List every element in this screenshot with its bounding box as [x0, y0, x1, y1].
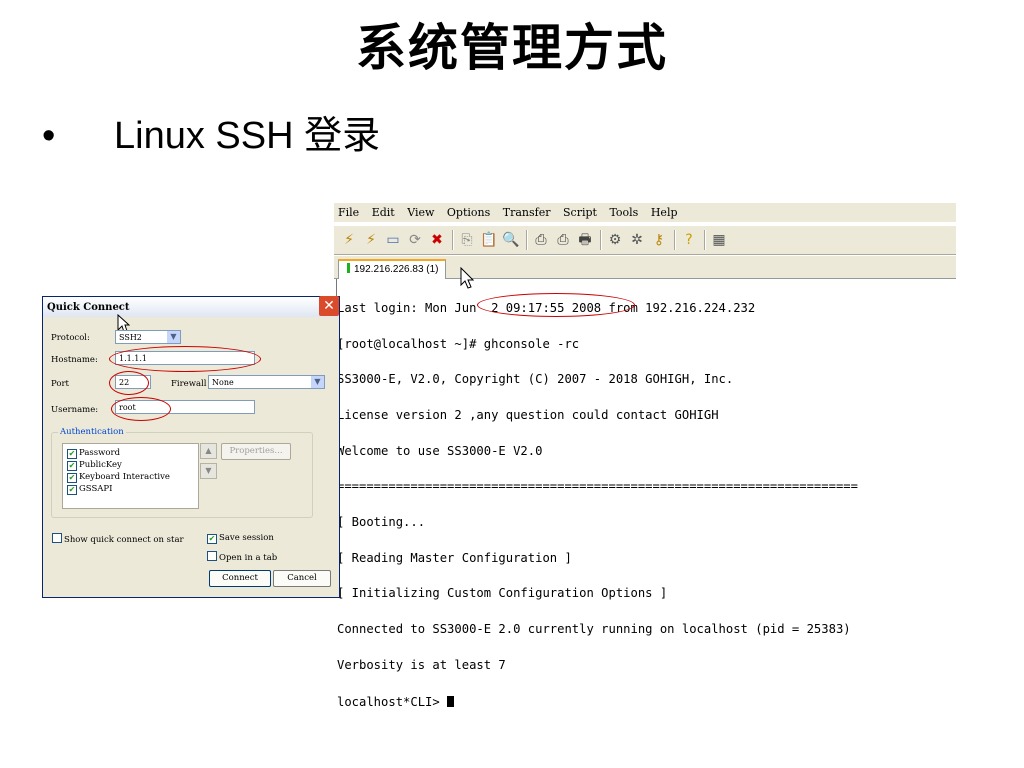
- terminal-line: Verbosity is at least 7: [337, 657, 506, 672]
- disconnect-icon[interactable]: ✖: [428, 231, 446, 249]
- terminal-line: SS3000-E, V2.0, Copyright (C) 2007 - 201…: [337, 372, 734, 387]
- firewall-value: None: [212, 378, 234, 387]
- menu-options[interactable]: Options: [447, 203, 490, 222]
- save-session-option[interactable]: ✔ Save session: [207, 533, 274, 544]
- paste-icon[interactable]: 📋: [480, 231, 498, 249]
- checkbox[interactable]: ✔: [67, 485, 77, 495]
- terminal-output[interactable]: Last login: Mon Jun 2 09:17:55 2008 from…: [336, 279, 953, 708]
- protocol-value: SSH2: [119, 333, 142, 342]
- text-cursor: [447, 695, 455, 707]
- highlight-ellipse-command: [477, 293, 635, 317]
- quick-connect-dialog: Quick Connect ✕ Protocol: SSH2 ▼ Hostnam…: [42, 296, 340, 598]
- mouse-pointer-icon: [460, 267, 474, 289]
- sftp-icon[interactable]: ▦: [710, 231, 728, 249]
- terminal-prompt: localhost*CLI>: [337, 694, 448, 709]
- highlight-ellipse-port: [109, 371, 149, 395]
- menu-edit[interactable]: Edit: [372, 203, 395, 222]
- hostname-label: Hostname:: [51, 355, 98, 365]
- connect-button[interactable]: Connect: [209, 570, 271, 587]
- close-icon[interactable]: ✕: [319, 296, 339, 316]
- connect-tab-icon[interactable]: ▭: [384, 231, 402, 249]
- toolbar: ⚡ ⚡ ▭ ⟳ ✖ ⎘ 📋 🔍 ⎙ ⎙ 🖶 ⚙ ✲ ⚷ ? ▦: [334, 225, 956, 255]
- reconnect-icon[interactable]: ⟳: [406, 231, 424, 249]
- open-in-tab-option[interactable]: Open in a tab: [207, 551, 277, 563]
- print-setup-icon[interactable]: 🖶: [576, 231, 594, 249]
- terminal-line: Welcome to use SS3000-E V2.0: [337, 443, 543, 458]
- chevron-down-icon[interactable]: ▼: [311, 376, 324, 388]
- find-icon[interactable]: 🔍: [502, 231, 520, 249]
- dialog-titlebar[interactable]: Quick Connect ✕: [43, 296, 339, 317]
- terminal-line: Last login: Mon Jun 2 09:17:55 2008 from…: [337, 300, 756, 315]
- session-tab[interactable]: 192.216.226.83 (1): [338, 259, 446, 279]
- firewall-select[interactable]: None ▼: [208, 375, 325, 389]
- terminal-prompt-line: localhost*CLI>: [337, 694, 953, 709]
- highlight-ellipse-username: [111, 397, 171, 421]
- menu-bar: File Edit View Options Transfer Script T…: [334, 203, 956, 222]
- help-icon[interactable]: ?: [680, 231, 698, 249]
- bullet-item: • Linux SSH 登录: [42, 104, 380, 159]
- show-quick-connect-option[interactable]: Show quick connect on star: [52, 533, 184, 545]
- checkbox[interactable]: ✔: [67, 461, 77, 471]
- bullet-text: Linux SSH 登录: [114, 115, 381, 157]
- menu-file[interactable]: File: [338, 203, 359, 222]
- menu-script[interactable]: Script: [563, 203, 597, 222]
- auth-methods-list[interactable]: ✔ Password ✔ PublicKey ✔ Keyboard Interacti…: [62, 443, 199, 509]
- properties-button[interactable]: Properties...: [221, 443, 291, 460]
- terminal-window: File Edit View Options Transfer Script T…: [334, 203, 956, 708]
- auth-method-password[interactable]: ✔ Password: [67, 448, 120, 459]
- auth-method-keyboard-interactive[interactable]: ✔ Keyboard Interactive: [67, 472, 170, 483]
- dialog-title: Quick Connect: [47, 302, 130, 313]
- checkbox[interactable]: ✔: [207, 534, 217, 544]
- global-options-icon[interactable]: ✲: [628, 231, 646, 249]
- bullet-marker: •: [42, 115, 56, 157]
- terminal-line: License version 2 ,any question could co…: [337, 407, 719, 422]
- keymap-icon[interactable]: ⚷: [650, 231, 668, 249]
- auth-method-publickey[interactable]: ✔ PublicKey: [67, 460, 122, 471]
- tab-status-indicator: [347, 263, 350, 273]
- terminal-line: ========================================…: [337, 479, 858, 494]
- session-tabbar: 192.216.226.83 (1): [334, 256, 956, 279]
- terminal-line: [root@localhost ~]# ghconsole -rc: [337, 336, 580, 351]
- print-icon[interactable]: ⎙: [532, 231, 550, 249]
- terminal-line: [ Initializing Custom Configuration Opti…: [337, 586, 668, 601]
- username-label: Username:: [51, 405, 99, 415]
- cancel-button[interactable]: Cancel: [273, 570, 331, 587]
- session-options-icon[interactable]: ⚙: [606, 231, 624, 249]
- print-selection-icon[interactable]: ⎙: [554, 231, 572, 249]
- session-tab-label: 192.216.226.83 (1): [354, 264, 439, 275]
- terminal-line: [ Reading Master Configuration ]: [337, 550, 572, 565]
- chevron-down-icon[interactable]: ▼: [167, 331, 180, 343]
- copy-icon[interactable]: ⎘: [458, 231, 476, 249]
- quick-connect-icon[interactable]: ⚡: [362, 231, 380, 249]
- menu-tools[interactable]: Tools: [609, 203, 638, 222]
- port-label: Port: [51, 379, 69, 389]
- highlight-ellipse-hostname: [109, 346, 261, 372]
- menu-transfer[interactable]: Transfer: [503, 203, 551, 222]
- checkbox[interactable]: [207, 551, 217, 561]
- terminal-line: [ Booting...: [337, 515, 426, 530]
- auth-method-gssapi[interactable]: ✔ GSSAPI: [67, 484, 113, 495]
- slide-title: 系统管理方式: [356, 18, 668, 77]
- move-up-button[interactable]: ▲: [200, 443, 217, 459]
- firewall-label: Firewall: [171, 379, 207, 389]
- protocol-label: Protocol:: [51, 333, 90, 343]
- checkbox[interactable]: ✔: [67, 473, 77, 483]
- terminal-line: Connected to SS3000-E 2.0 currently runn…: [337, 622, 851, 637]
- authentication-title: Authentication: [58, 427, 126, 437]
- checkbox[interactable]: [52, 533, 62, 543]
- move-down-button[interactable]: ▼: [200, 463, 217, 479]
- connect-icon[interactable]: ⚡: [340, 231, 358, 249]
- menu-view[interactable]: View: [407, 203, 434, 222]
- protocol-select[interactable]: SSH2 ▼: [115, 330, 181, 344]
- checkbox[interactable]: ✔: [67, 449, 77, 459]
- menu-help[interactable]: Help: [651, 203, 678, 222]
